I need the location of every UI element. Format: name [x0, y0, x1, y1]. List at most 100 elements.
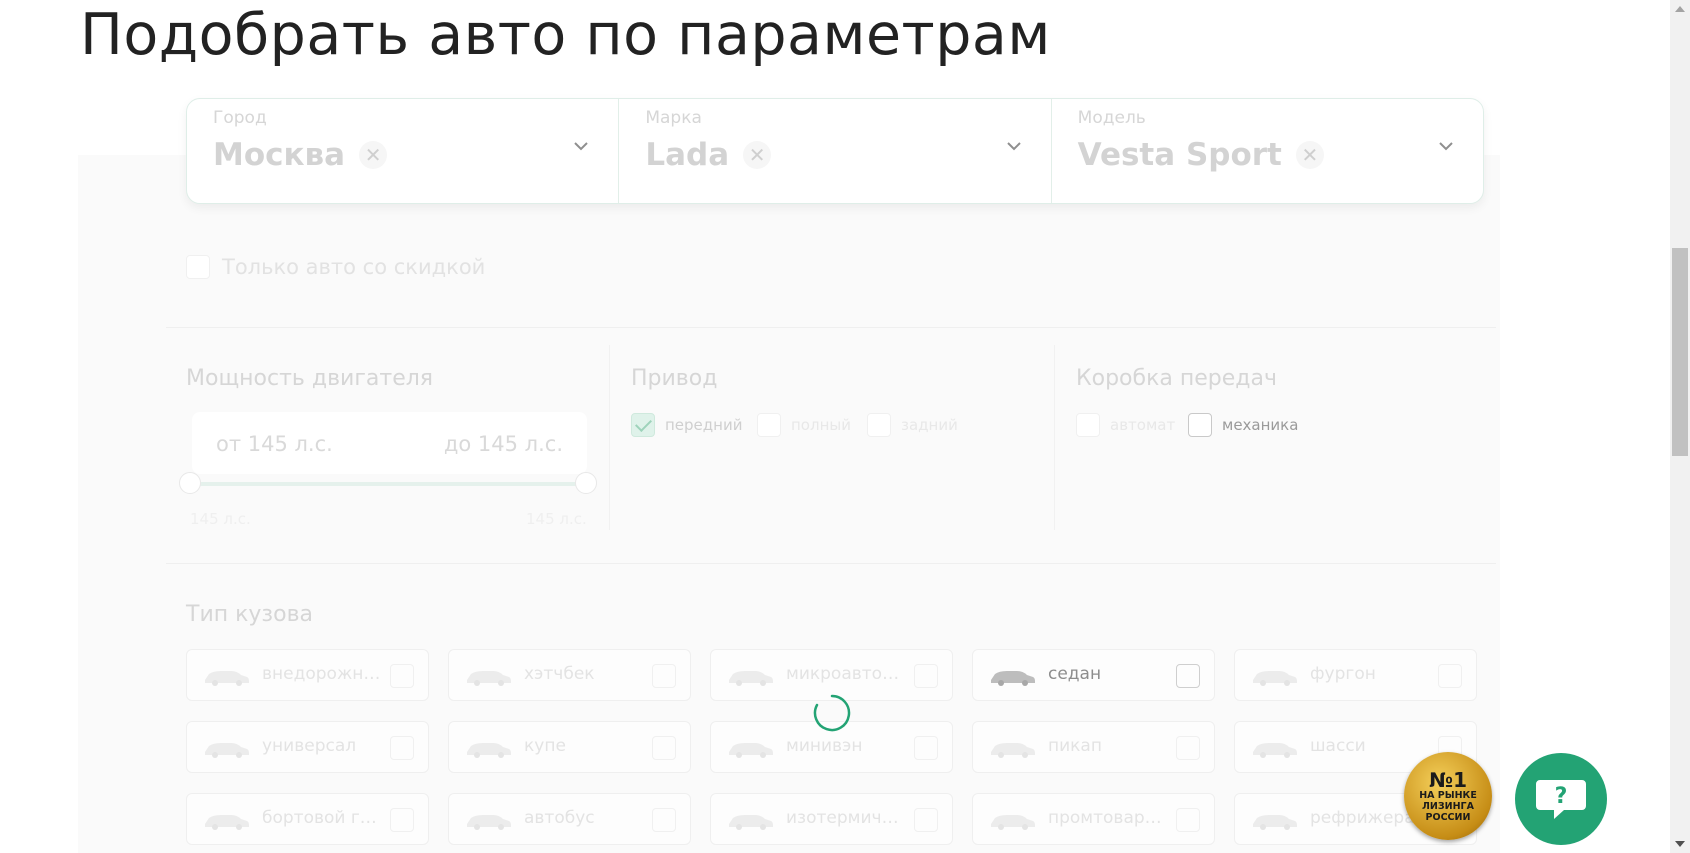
body-type-checkbox[interactable] — [652, 736, 676, 760]
body-type-option[interactable]: внедорожник — [186, 649, 429, 701]
body-type-label: промтоварны... — [1048, 808, 1170, 828]
badge-line-2: ЛИЗИНГА — [1422, 800, 1474, 812]
drive-full-label: полный — [791, 416, 851, 434]
body-type-checkbox[interactable] — [914, 664, 938, 688]
city-select-value: Москва — [213, 137, 346, 173]
model-select[interactable]: Модель Vesta Sport ✕ — [1052, 99, 1483, 203]
page-scrollbar[interactable] — [1670, 0, 1690, 853]
clear-brand-icon[interactable]: ✕ — [743, 141, 772, 169]
discount-only-checkbox[interactable] — [186, 255, 210, 279]
car-silhouette-icon — [467, 743, 511, 758]
discount-only-label: Только авто со скидкой — [222, 255, 486, 279]
body-type-label: пикап — [1048, 736, 1102, 756]
discount-only-option[interactable]: Только авто со скидкой — [186, 255, 485, 279]
engine-power-max-label: 145 л.с. — [526, 510, 587, 528]
brand-select-value: Lada — [645, 137, 730, 173]
car-silhouette-icon — [729, 671, 773, 686]
chevron-down-icon[interactable] — [1003, 135, 1025, 157]
drive-option-full[interactable]: полный — [757, 413, 851, 437]
body-type-option[interactable]: автобус — [448, 793, 691, 845]
body-type-checkbox[interactable] — [390, 736, 414, 760]
body-type-label: рефрижера — [1310, 808, 1415, 828]
loading-spinner — [813, 694, 851, 732]
car-silhouette-icon — [1253, 671, 1297, 686]
body-type-option[interactable]: фургон — [1234, 649, 1477, 701]
body-type-label: внедорожник — [262, 664, 384, 684]
body-type-label: хэтчбек — [524, 664, 595, 684]
body-type-label: шасси — [1310, 736, 1366, 756]
body-type-option[interactable]: пикап — [972, 721, 1215, 773]
body-type-option[interactable]: купе — [448, 721, 691, 773]
chevron-down-icon[interactable] — [1435, 135, 1457, 157]
drive-rear-checkbox[interactable] — [867, 413, 891, 437]
gearbox-auto-label: автомат — [1110, 416, 1176, 434]
gearbox-option-manual[interactable]: механика — [1188, 413, 1298, 437]
drive-option-front[interactable]: передний — [631, 413, 742, 437]
body-type-label: купе — [524, 736, 566, 756]
gearbox-option-auto[interactable]: автомат — [1076, 413, 1175, 437]
drive-full-checkbox[interactable] — [757, 413, 781, 437]
body-type-label: микроавтобус — [786, 664, 908, 684]
car-silhouette-icon — [205, 743, 249, 758]
model-select-label: Модель — [1077, 108, 1146, 128]
engine-power-min-label: 145 л.с. — [190, 510, 251, 528]
leasing-number-one-badge: №1 НА РЫНКЕ ЛИЗИНГА РОССИИ — [1404, 752, 1492, 840]
engine-power-slider-track[interactable] — [190, 482, 586, 486]
body-type-label: седан — [1048, 664, 1102, 684]
body-type-option[interactable]: седан — [972, 649, 1215, 701]
body-type-checkbox[interactable] — [914, 736, 938, 760]
body-type-title: Тип кузова — [186, 602, 314, 627]
body-type-checkbox[interactable] — [1176, 664, 1200, 688]
scroll-up-arrow[interactable] — [1675, 6, 1685, 12]
car-silhouette-icon — [205, 671, 249, 686]
clear-model-icon[interactable]: ✕ — [1295, 141, 1324, 169]
drive-front-checkbox[interactable] — [631, 413, 655, 437]
car-silhouette-icon — [729, 815, 773, 830]
car-silhouette-icon — [991, 815, 1035, 830]
engine-power-range-box[interactable]: от 145 л.с. до 145 л.с. — [192, 412, 587, 474]
engine-power-from[interactable]: от 145 л.с. — [216, 432, 333, 456]
body-type-option[interactable]: промтоварны... — [972, 793, 1215, 845]
drive-option-rear[interactable]: задний — [867, 413, 958, 437]
help-chat-button[interactable]: ? — [1515, 753, 1607, 845]
body-type-checkbox[interactable] — [1438, 664, 1462, 688]
body-type-option[interactable]: бортовой гру... — [186, 793, 429, 845]
badge-line-3: РОССИИ — [1425, 811, 1471, 823]
gearbox-manual-checkbox[interactable] — [1188, 413, 1212, 437]
gearbox-manual-label: механика — [1222, 416, 1299, 434]
scrollbar-thumb[interactable] — [1672, 248, 1688, 456]
engine-power-title: Мощность двигателя — [186, 366, 434, 391]
car-silhouette-icon — [467, 671, 511, 686]
engine-power-to[interactable]: до 145 л.с. — [444, 432, 563, 456]
car-silhouette-icon — [1253, 743, 1297, 758]
model-select-value-wrap: Vesta Sport ✕ — [1078, 137, 1324, 173]
body-type-option[interactable]: универсал — [186, 721, 429, 773]
car-silhouette-icon — [467, 815, 511, 830]
body-type-option[interactable]: хэтчбек — [448, 649, 691, 701]
brand-select-value-wrap: Lada ✕ — [645, 137, 772, 173]
body-type-label: фургон — [1310, 664, 1376, 684]
column-divider — [1054, 345, 1055, 530]
body-type-checkbox[interactable] — [652, 808, 676, 832]
body-type-checkbox[interactable] — [390, 664, 414, 688]
body-type-label: минивэн — [786, 736, 863, 756]
model-select-value: Vesta Sport — [1077, 137, 1282, 173]
gearbox-auto-checkbox[interactable] — [1076, 413, 1100, 437]
body-type-checkbox[interactable] — [390, 808, 414, 832]
drive-title: Привод — [631, 366, 718, 391]
city-select[interactable]: Город Москва ✕ — [187, 99, 620, 203]
scroll-down-arrow[interactable] — [1675, 841, 1685, 847]
body-type-checkbox[interactable] — [1176, 808, 1200, 832]
body-type-label: автобус — [524, 808, 595, 828]
clear-city-icon[interactable]: ✕ — [359, 141, 388, 169]
chevron-down-icon[interactable] — [570, 135, 592, 157]
body-type-option[interactable]: изотермическ... — [710, 793, 953, 845]
city-select-value-wrap: Москва ✕ — [213, 137, 388, 173]
brand-select[interactable]: Марка Lada ✕ — [619, 99, 1052, 203]
gearbox-title: Коробка передач — [1076, 366, 1277, 391]
engine-power-max-handle[interactable] — [575, 472, 597, 494]
body-type-checkbox[interactable] — [652, 664, 676, 688]
body-type-checkbox[interactable] — [914, 808, 938, 832]
body-type-checkbox[interactable] — [1176, 736, 1200, 760]
engine-power-min-handle[interactable] — [179, 472, 201, 494]
